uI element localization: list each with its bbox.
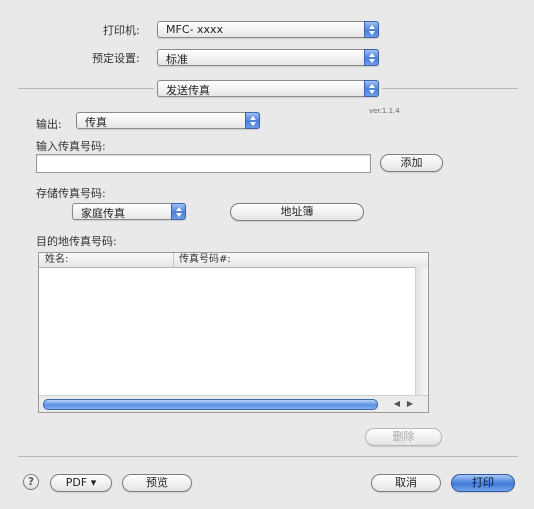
popup-arrows-icon: [245, 112, 260, 129]
column-divider: [173, 253, 174, 267]
column-name[interactable]: 姓名:: [45, 253, 68, 267]
presets-popup[interactable]: 标准: [157, 49, 379, 66]
cancel-button[interactable]: 取消: [371, 474, 441, 492]
stored-label: 存储传真号码:: [36, 187, 106, 200]
table-header: 姓名: 传真号码#:: [39, 253, 428, 268]
fax-number-field[interactable]: [36, 154, 371, 173]
address-book-button[interactable]: 地址簿: [230, 203, 364, 221]
popup-arrows-icon: [364, 49, 379, 66]
delete-button[interactable]: 删除: [365, 428, 442, 446]
footer-separator: [18, 456, 518, 457]
scroll-thumb[interactable]: [43, 399, 378, 410]
popup-arrows-icon: [364, 80, 379, 97]
add-button[interactable]: 添加: [380, 154, 443, 172]
fax-input-label: 输入传真号码:: [36, 140, 106, 153]
pdf-button[interactable]: PDF ▾: [50, 474, 112, 492]
stored-popup[interactable]: 家庭传真: [72, 203, 186, 220]
popup-arrows-icon: [171, 203, 186, 220]
pane-value: 发送传真: [166, 84, 210, 97]
output-popup[interactable]: 传真: [76, 112, 260, 129]
output-label: 输出:: [36, 118, 62, 131]
horizontal-scrollbar[interactable]: ◀ ▶: [39, 395, 428, 412]
help-icon[interactable]: ?: [23, 474, 39, 490]
column-fax-number[interactable]: 传真号码#:: [179, 253, 231, 267]
pane-popup[interactable]: 发送传真: [157, 80, 379, 97]
separator-right: [382, 88, 518, 89]
destination-table[interactable]: 姓名: 传真号码#: ◀ ▶: [38, 252, 429, 413]
printer-popup[interactable]: MFC- xxxx: [157, 21, 379, 38]
version-text: ver.1.1.4: [369, 107, 400, 115]
printer-value: MFC- xxxx: [166, 23, 224, 36]
print-button[interactable]: 打印: [451, 474, 515, 492]
scroll-right-icon[interactable]: ▶: [404, 398, 416, 409]
presets-label: 预定设置:: [92, 52, 140, 65]
vertical-scrollbar[interactable]: [415, 267, 428, 397]
presets-value: 标准: [166, 53, 188, 66]
preview-button[interactable]: 预览: [122, 474, 192, 492]
separator-left: [18, 88, 154, 89]
output-value: 传真: [85, 116, 107, 129]
scroll-left-icon[interactable]: ◀: [391, 398, 403, 409]
popup-arrows-icon: [364, 21, 379, 38]
destination-label: 目的地传真号码:: [36, 235, 117, 248]
stored-value: 家庭传真: [81, 207, 125, 220]
printer-label: 打印机:: [103, 24, 140, 37]
